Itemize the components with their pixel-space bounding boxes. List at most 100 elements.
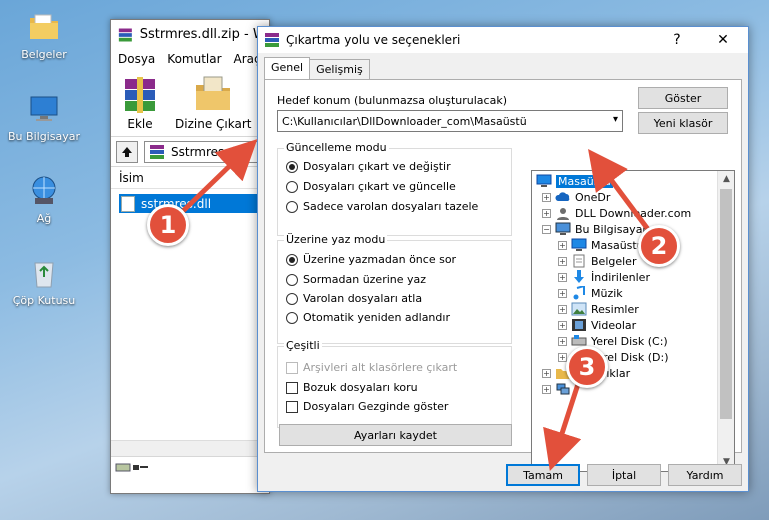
radio-selected[interactable] [286,160,298,173]
tree-item-desktop-root[interactable]: Masaüstü [536,173,613,189]
misc-option-show-in-explorer[interactable]: Dosyaları Gezginde göster [286,400,448,413]
overwrite-mode-group: Üzerine yaz modu Üzerine yazmadan önce s… [277,233,512,344]
update-option-update[interactable]: Dosyaları çıkart ve güncelle [286,180,456,193]
step-marker-1: 1 [147,204,189,246]
overwrite-option-ask[interactable]: Üzerine yazmadan önce sor [286,253,456,266]
overwrite-option-skip[interactable]: Varolan dosyaları atla [286,292,422,305]
pictures-icon [571,302,587,316]
tree-vertical-scrollbar[interactable]: ▲ ▼ [717,171,734,471]
overwrite-mode-label: Üzerine yaz modu [284,233,388,246]
update-mode-group: Güncelleme modu Dosyaları çıkart ve deği… [277,141,512,236]
desktop-icon-network[interactable]: Ağ [4,174,84,225]
close-button[interactable]: ✕ [704,27,742,53]
network-icon [556,383,570,395]
option-label: Dosyaları Gezginde göster [303,400,449,413]
option-label: Sormadan üzerine yaz [303,273,427,286]
dialog-title-bar[interactable]: Çıkartma yolu ve seçenekleri ? ✕ [258,27,748,53]
misc-option-keep-broken[interactable]: Bozuk dosyaları koru [286,381,418,394]
onedrive-icon [555,192,570,201]
chevron-down-icon[interactable]: ▾ [613,114,618,125]
tree-label: OneDr [575,190,611,204]
tree-item-music[interactable]: + Müzik [558,285,623,301]
tree-item-downloads[interactable]: + İndirilenler [558,269,650,285]
add-button[interactable]: Ekle [119,73,161,132]
tab-advanced[interactable]: Gelişmiş [309,59,370,81]
radio[interactable] [286,311,298,324]
save-settings-button[interactable]: Ayarları kaydet [279,424,512,446]
expand-icon[interactable]: + [558,304,567,314]
help-button[interactable]: Yardım [668,464,742,486]
desktop-icon-documents[interactable]: Belgeler [4,10,84,61]
desktop-icon-this-pc[interactable]: Bu Bilgisayar [4,92,84,143]
tree-item-desktop[interactable]: + Masaüstü [558,237,644,253]
expand-icon[interactable]: + [558,352,567,362]
tree-label: Masaüstü [591,238,644,252]
column-header-name[interactable]: İsim [111,167,269,189]
tree-item-this-pc[interactable]: − Bu Bilgisayar [542,221,647,237]
expand-icon[interactable]: + [558,272,567,282]
desktop-icon [536,174,552,187]
folder-tree[interactable]: Masaüstü + OneDr + DLL Downloader.com − … [531,170,735,472]
desktop-icon-recycle-bin[interactable]: Çöp Kutusu [4,256,84,307]
overwrite-option-no-prompt[interactable]: Sormadan üzerine yaz [286,273,426,286]
expand-icon[interactable]: + [558,288,567,298]
collapse-icon[interactable]: − [542,224,551,234]
radio[interactable] [286,200,298,213]
overwrite-option-rename[interactable]: Otomatik yeniden adlandır [286,311,450,324]
archive-add-icon [125,77,155,113]
expand-icon[interactable]: + [558,256,567,266]
tree-item-onedrive[interactable]: + OneDr [542,189,610,205]
show-button[interactable]: Göster [638,87,728,109]
tree-item-videos[interactable]: + Videolar [558,317,636,333]
option-label: Varolan dosyaları atla [303,292,423,305]
checkbox[interactable] [286,381,298,394]
winrar-window: Sstrmres.dll.zip - Wi Dosya Komutlar Ara… [110,19,270,494]
tree-item-pictures[interactable]: + Resimler [558,301,639,317]
expand-icon[interactable]: + [542,208,551,218]
destination-path-combo[interactable]: C:\Kullanıcılar\DllDownloader_com\Masaüs… [277,110,623,132]
tree-item-documents[interactable]: + Belgeler [558,253,636,269]
checkbox [286,361,298,374]
option-label: Dosyaları çıkart ve değiştir [303,160,451,173]
expand-icon[interactable]: + [542,368,551,378]
tree-item-user[interactable]: + DLL Downloader.com [542,205,691,221]
new-folder-button[interactable]: Yeni klasör [638,112,728,134]
desktop-icon-label: Çöp Kutusu [12,294,76,307]
winrar-app-icon [118,28,132,41]
menu-file[interactable]: Dosya [118,52,155,66]
misc-group: Çeşitli Arşivleri alt klasörlere çıkart … [277,339,512,428]
radio[interactable] [286,292,298,305]
radio[interactable] [286,273,298,286]
extract-to-button[interactable]: Dizine Çıkart [175,73,251,132]
winrar-title-bar[interactable]: Sstrmres.dll.zip - Wi [111,20,269,49]
horizontal-scrollbar[interactable] [111,440,269,456]
archive-path-field[interactable]: Sstrmres.dl [144,140,264,163]
expand-icon[interactable]: + [542,384,551,394]
scroll-up-icon[interactable]: ▲ [718,171,734,188]
radio-selected[interactable] [286,253,298,266]
tab-general[interactable]: Genel [264,57,311,79]
archive-icon [150,144,164,159]
tree-label: DLL Downloader.com [575,206,692,220]
cancel-button[interactable]: İptal [587,464,661,486]
dialog-title: Çıkartma yolu ve seçenekleri [286,33,461,47]
expand-icon[interactable]: + [558,320,567,330]
menu-commands[interactable]: Komutlar [167,52,221,66]
checkbox[interactable] [286,400,298,413]
update-option-freshen[interactable]: Sadece varolan dosyaları tazele [286,200,478,213]
up-folder-button[interactable] [116,140,138,163]
radio[interactable] [286,180,298,193]
update-option-replace[interactable]: Dosyaları çıkart ve değiştir [286,160,451,173]
expand-icon[interactable]: + [558,336,567,346]
tree-item-network[interactable]: + [542,381,575,397]
expand-icon[interactable]: + [542,192,551,202]
scroll-thumb[interactable] [720,189,732,419]
desktop-icon-label: Belgeler [21,48,67,61]
expand-icon[interactable]: + [558,240,567,250]
drive-status-icon [115,463,148,472]
file-row-selected[interactable]: sstrmres.dll [119,194,269,213]
download-icon [574,270,584,283]
help-title-button[interactable]: ? [658,27,696,53]
tree-item-disk-c[interactable]: + Yerel Disk (C:) [558,333,668,349]
ok-button[interactable]: Tamam [506,464,580,486]
